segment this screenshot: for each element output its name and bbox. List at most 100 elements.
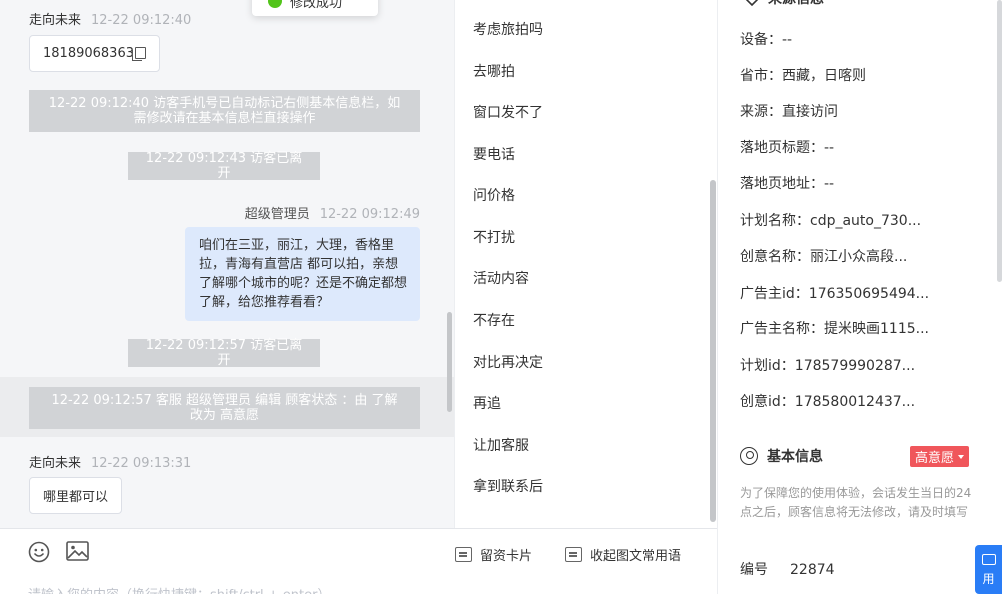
sender-name: 走向未来 [29, 13, 82, 28]
info-label: 省市： [740, 68, 782, 84]
info-row-creative-id: 创意id：178580012437... [740, 391, 915, 411]
info-value: -- [824, 140, 835, 156]
system-message-text: 12-22 09:12:43 访客已离开 [145, 151, 303, 181]
phrase-item[interactable]: 不打扰 [473, 227, 515, 247]
success-icon [268, 0, 282, 8]
chat-scrollbar[interactable] [447, 312, 452, 412]
info-label: 落地页地址： [740, 176, 824, 192]
phrase-item[interactable]: 窗口发不了 [473, 102, 543, 122]
info-row-source: 来源：直接访问 [740, 101, 838, 121]
agent-message-bubble: 咱们在三亚，丽江，大理，香格里拉，青海有直营店 都可以拍，亲想了解哪个城市的呢？… [185, 227, 420, 321]
message-bubble[interactable]: 哪里都可以 [29, 477, 123, 514]
system-message: 12-22 09:12:57 访客已离开 [128, 338, 320, 368]
info-label: 落地页标题： [740, 140, 824, 156]
info-value: -- [824, 176, 835, 192]
phrase-item[interactable]: 活动内容 [473, 268, 529, 288]
phrase-item[interactable]: 问价格 [473, 185, 515, 205]
phrase-item[interactable]: 再追 [473, 393, 501, 413]
info-value: 22874 [790, 562, 835, 578]
info-label: 创意名称： [740, 249, 810, 265]
message-text: 18189068363 [43, 46, 134, 61]
system-message-text: 12-22 09:12:40 访客手机号已自动标记右侧基本信息栏，如需修改请在基… [48, 96, 401, 126]
chat-icon [981, 554, 996, 565]
info-value: 178579990287... [794, 358, 916, 374]
intent-status-dropdown[interactable]: 高意愿 [910, 446, 970, 467]
card-icon [455, 547, 472, 562]
system-message: 12-22 09:12:43 访客已离开 [128, 151, 320, 181]
info-label: 广告主id： [740, 286, 809, 302]
basic-info-title: 基本信息 [740, 446, 823, 466]
info-row-plan-name: 计划名称：cdp_auto_730... [740, 210, 921, 230]
message-input[interactable]: 请输入您的内容（换行快捷键：shift/ctrl + enter） [28, 584, 331, 594]
source-info-heading: 来源信息 [768, 0, 824, 8]
emoji-icon[interactable] [28, 541, 50, 563]
info-row-landing-title: 落地页标题：-- [740, 137, 834, 157]
info-value: 178580012437... [794, 394, 916, 410]
phrase-item[interactable]: 要电话 [473, 144, 515, 164]
phrase-scrollbar[interactable] [710, 180, 716, 522]
sender-name: 走向未来 [29, 456, 82, 471]
info-value: -- [782, 32, 793, 48]
info-row-landing-url: 落地页地址：-- [740, 173, 834, 193]
chat-workspace: 修改成功 走向未来 12-22 09:12:40 18189068363 12-2… [0, 0, 1002, 594]
sender-name: 超级管理员 [244, 207, 310, 222]
caret-down-icon [958, 454, 965, 459]
system-message-text: 12-22 09:12:57 客服 超级管理员 编辑 顾客状态 ：由 了解 改为… [51, 393, 398, 423]
phrase-item[interactable]: 让加客服 [473, 435, 529, 455]
info-row-region: 省市：西藏，日喀则 [740, 65, 866, 85]
info-value: 丽江小众高段... [810, 249, 908, 265]
collapse-phrases-label: 收起图文常用语 [590, 549, 682, 564]
info-label: 广告主名称： [740, 321, 824, 337]
user-icon [740, 447, 758, 465]
quick-phrase-list: 考虑旅拍吗 去哪拍 窗口发不了 要电话 问价格 不打扰 活动内容 不存在 对比再… [454, 0, 717, 528]
message-header: 走向未来 12-22 09:12:40 [29, 9, 191, 28]
basic-info-heading: 基本信息 [767, 449, 823, 465]
intent-status-label: 高意愿 [915, 451, 955, 466]
leave-card-label: 留资卡片 [480, 549, 533, 564]
copy-icon[interactable] [131, 46, 146, 61]
system-message-text: 12-22 09:12:57 访客已离开 [145, 338, 303, 368]
message-text: 哪里都可以 [43, 490, 109, 505]
tag-icon [745, 0, 759, 6]
info-value: 提米映画1115... [824, 321, 929, 337]
phrase-item[interactable]: 去哪拍 [473, 61, 515, 81]
message-time: 12-22 09:13:31 [91, 456, 192, 471]
message-text: 咱们在三亚，丽江，大理，香格里拉，青海有直营店 都可以拍，亲想了解哪个城市的呢？… [199, 238, 408, 310]
success-toast: 修改成功 [252, 0, 378, 16]
system-message: 12-22 09:12:57 客服 超级管理员 编辑 顾客状态 ：由 了解 改为… [29, 387, 420, 429]
info-row-device: 设备：-- [740, 29, 792, 49]
floating-service-button[interactable]: 用 [975, 545, 1002, 594]
leave-card-button[interactable]: 留资卡片 [455, 545, 532, 564]
message-header-agent: 超级管理员 12-22 09:12:49 [245, 203, 420, 222]
collapse-phrases-button[interactable]: 收起图文常用语 [565, 545, 681, 564]
info-row-creative-name: 创意名称：丽江小众高段... [740, 246, 907, 266]
phrase-item[interactable]: 考虑旅拍吗 [473, 19, 543, 39]
toast-text: 修改成功 [290, 0, 343, 11]
phrase-item[interactable]: 不存在 [473, 310, 515, 330]
info-value: 直接访问 [782, 104, 838, 120]
info-label: 编号 [740, 562, 768, 578]
info-row-number: 编号 22874 [740, 559, 835, 579]
info-scrollbar[interactable] [997, 0, 1002, 282]
info-row-advertiser-name: 广告主名称：提米映画1115... [740, 318, 929, 338]
info-value: 176350695494... [808, 286, 930, 302]
message-time: 12-22 09:12:49 [319, 207, 420, 222]
collapse-icon [565, 547, 582, 562]
phrase-item[interactable]: 对比再决定 [473, 352, 543, 372]
info-label: 计划名称： [740, 213, 810, 229]
visitor-info-panel: 来源信息 设备：-- 省市：西藏，日喀则 来源：直接访问 落地页标题：-- 落地… [717, 0, 1002, 594]
source-info-title: 来源信息 [744, 0, 824, 8]
image-icon[interactable] [66, 541, 89, 561]
info-row-plan-id: 计划id：178579990287... [740, 355, 915, 375]
info-label: 计划id： [740, 358, 795, 374]
system-message: 12-22 09:12:40 访客手机号已自动标记右侧基本信息栏，如需修改请在基… [29, 90, 420, 132]
info-label: 来源： [740, 104, 782, 120]
info-label: 设备： [740, 32, 782, 48]
message-bubble-phone[interactable]: 18189068363 [29, 35, 160, 72]
info-label: 创意id： [740, 394, 795, 410]
edit-notice: 为了保障您的使用体验，会话发生当日的24点之后，顾客信息将无法修改，请及时填写 [740, 486, 972, 519]
phrase-item[interactable]: 拿到联系后 [473, 476, 543, 496]
chat-panel: 修改成功 走向未来 12-22 09:12:40 18189068363 12-2… [0, 0, 454, 528]
floating-button-label: 用 [982, 572, 995, 586]
message-time: 12-22 09:12:40 [91, 13, 192, 28]
